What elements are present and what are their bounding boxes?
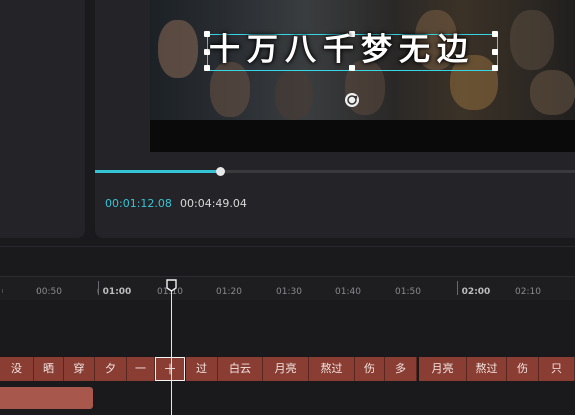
caption-clip[interactable]: 熬过 (467, 357, 507, 381)
ruler-label: 01:20 (216, 287, 242, 297)
ruler-label: 01:50 (395, 287, 421, 297)
caption-clip-selected[interactable]: 十 (155, 357, 185, 381)
caption-clip[interactable]: 一 (127, 357, 155, 381)
caption-clip[interactable]: 月亮 (419, 357, 467, 381)
caption-clip[interactable]: 夕 (95, 357, 127, 381)
caption-clip[interactable]: 没 (0, 357, 34, 381)
ruler-label: 01:00 (102, 287, 132, 297)
current-time: 00:01:12.08 (105, 197, 172, 210)
total-duration: 00:04:49.04 (180, 197, 247, 210)
caption-clip[interactable]: 伤 (507, 357, 539, 381)
audio-clip[interactable] (0, 387, 93, 409)
playhead-line[interactable] (171, 290, 172, 415)
ruler-tick (2, 289, 3, 293)
ruler-major-tick (457, 281, 458, 295)
timeline-ruler[interactable]: 00:50 01:00 01:10 01:20 01:30 01:40 01:5… (0, 276, 575, 301)
caption-clip[interactable]: 伤 (355, 357, 385, 381)
caption-clip[interactable]: 白云 (218, 357, 263, 381)
ruler-label: 02:00 (461, 287, 491, 297)
ruler-label: 00:50 (36, 287, 62, 297)
caption-clip[interactable]: 熬过 (309, 357, 355, 381)
ruler-label: 02:10 (515, 287, 541, 297)
player-panel: 十万八千梦无边 00:01:12.08 00:04:49.04 (95, 0, 575, 238)
ruler-major-tick (98, 281, 99, 295)
caption-clip[interactable]: 穿 (64, 357, 95, 381)
caption-text[interactable]: 十万八千梦无边 (209, 30, 498, 70)
caption-clip[interactable]: 多 (385, 357, 417, 381)
media-panel (0, 0, 85, 238)
caption-clip[interactable]: 月亮 (263, 357, 309, 381)
playback-progress-fill (95, 170, 220, 173)
caption-clip[interactable]: 只 (539, 357, 575, 381)
rotate-icon[interactable] (344, 92, 360, 108)
caption-track: 没 晒 穿 夕 一 十 过 白云 月亮 熬过 伤 多 月亮 熬过 伤 只 (0, 357, 575, 381)
playhead-handle-icon[interactable] (166, 279, 177, 292)
ruler-label: 01:30 (276, 287, 302, 297)
caption-clip[interactable]: 晒 (34, 357, 64, 381)
timeline-toolbar (0, 246, 575, 277)
playback-progress-thumb[interactable] (215, 167, 225, 176)
caption-clip[interactable]: 过 (186, 357, 218, 381)
ruler-label: 01:40 (335, 287, 361, 297)
